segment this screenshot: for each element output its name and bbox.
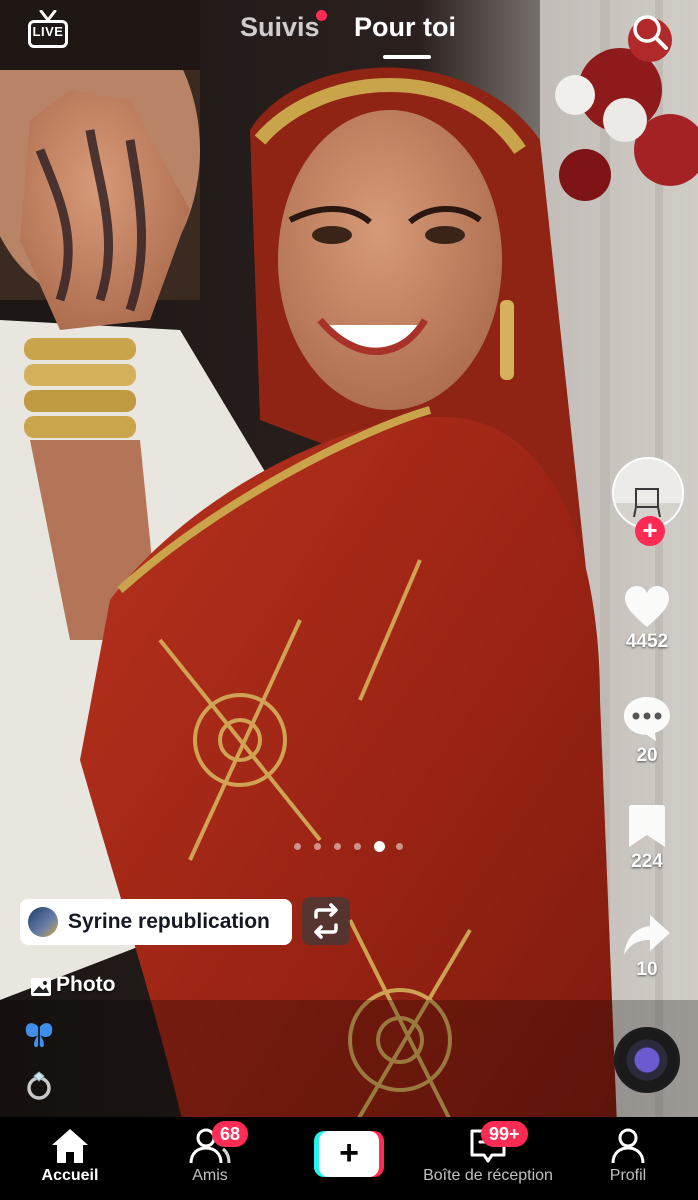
- profile-icon: [611, 1128, 645, 1164]
- share-button[interactable]: 10: [604, 913, 690, 981]
- repost-button[interactable]: [302, 897, 350, 945]
- carousel-dot: [334, 843, 341, 850]
- creator-avatar-group: +: [608, 455, 686, 546]
- repost-label: Syrine republication: [68, 910, 270, 933]
- live-button[interactable]: LIVE: [26, 10, 70, 50]
- like-count: 4452: [625, 631, 669, 652]
- create-icon: +: [314, 1131, 384, 1177]
- active-tab-indicator: [383, 55, 431, 59]
- carousel-dot-active: [374, 841, 385, 852]
- carousel-dot: [314, 843, 321, 850]
- tab-following[interactable]: Suivis: [240, 12, 320, 43]
- like-button[interactable]: 4452: [604, 585, 690, 653]
- repost-icon: [314, 903, 338, 939]
- friends-badge: 68: [212, 1121, 249, 1147]
- live-label: LIVE: [32, 24, 64, 39]
- carousel-dot: [354, 843, 361, 850]
- nav-profile[interactable]: Profil: [590, 1117, 666, 1200]
- comment-icon: [624, 697, 670, 741]
- tab-for-you[interactable]: Pour toi: [354, 12, 456, 43]
- nav-home-label: Accueil: [41, 1167, 99, 1184]
- bookmark-icon: [629, 805, 665, 847]
- photo-illustration: [0, 0, 698, 1200]
- top-bar: LIVE Suivis Pour toi: [0, 0, 698, 70]
- reposter-avatar: [28, 907, 58, 937]
- share-icon: [624, 915, 670, 955]
- image-icon: [31, 978, 51, 996]
- nav-inbox-label: Boîte de réception: [423, 1167, 553, 1184]
- heart-icon: [625, 586, 669, 627]
- media-type-label: Photo: [56, 973, 116, 996]
- butterfly-icon: [25, 1023, 53, 1048]
- save-count: 224: [631, 851, 663, 872]
- notification-dot: [316, 10, 327, 21]
- share-count: 10: [636, 959, 658, 980]
- nav-friends-label: Amis: [192, 1167, 228, 1184]
- save-button[interactable]: 224: [604, 803, 690, 873]
- inbox-badge: 99+: [481, 1121, 528, 1147]
- home-icon: [52, 1129, 88, 1163]
- create-button[interactable]: +: [312, 1117, 386, 1200]
- search-icon[interactable]: [630, 12, 670, 52]
- nav-friends[interactable]: Amis 68: [168, 1117, 252, 1200]
- comment-count: 20: [636, 745, 658, 766]
- follow-button[interactable]: +: [635, 516, 665, 546]
- music-disc-icon[interactable]: [614, 1027, 680, 1093]
- post-photo[interactable]: [0, 0, 698, 1200]
- nav-home[interactable]: Accueil: [28, 1117, 112, 1200]
- nav-inbox[interactable]: Boîte de réception 99+: [410, 1117, 566, 1200]
- bottom-nav: Accueil Amis 68 + Boîte de réception 99+…: [0, 1117, 698, 1200]
- nav-profile-label: Profil: [609, 1167, 647, 1184]
- create-plus: +: [319, 1131, 379, 1177]
- ring-icon: [27, 1071, 51, 1100]
- repost-pill[interactable]: Syrine republication: [20, 899, 292, 945]
- carousel-dot: [294, 843, 301, 850]
- comment-button[interactable]: 20: [604, 695, 690, 767]
- carousel-dot: [396, 843, 403, 850]
